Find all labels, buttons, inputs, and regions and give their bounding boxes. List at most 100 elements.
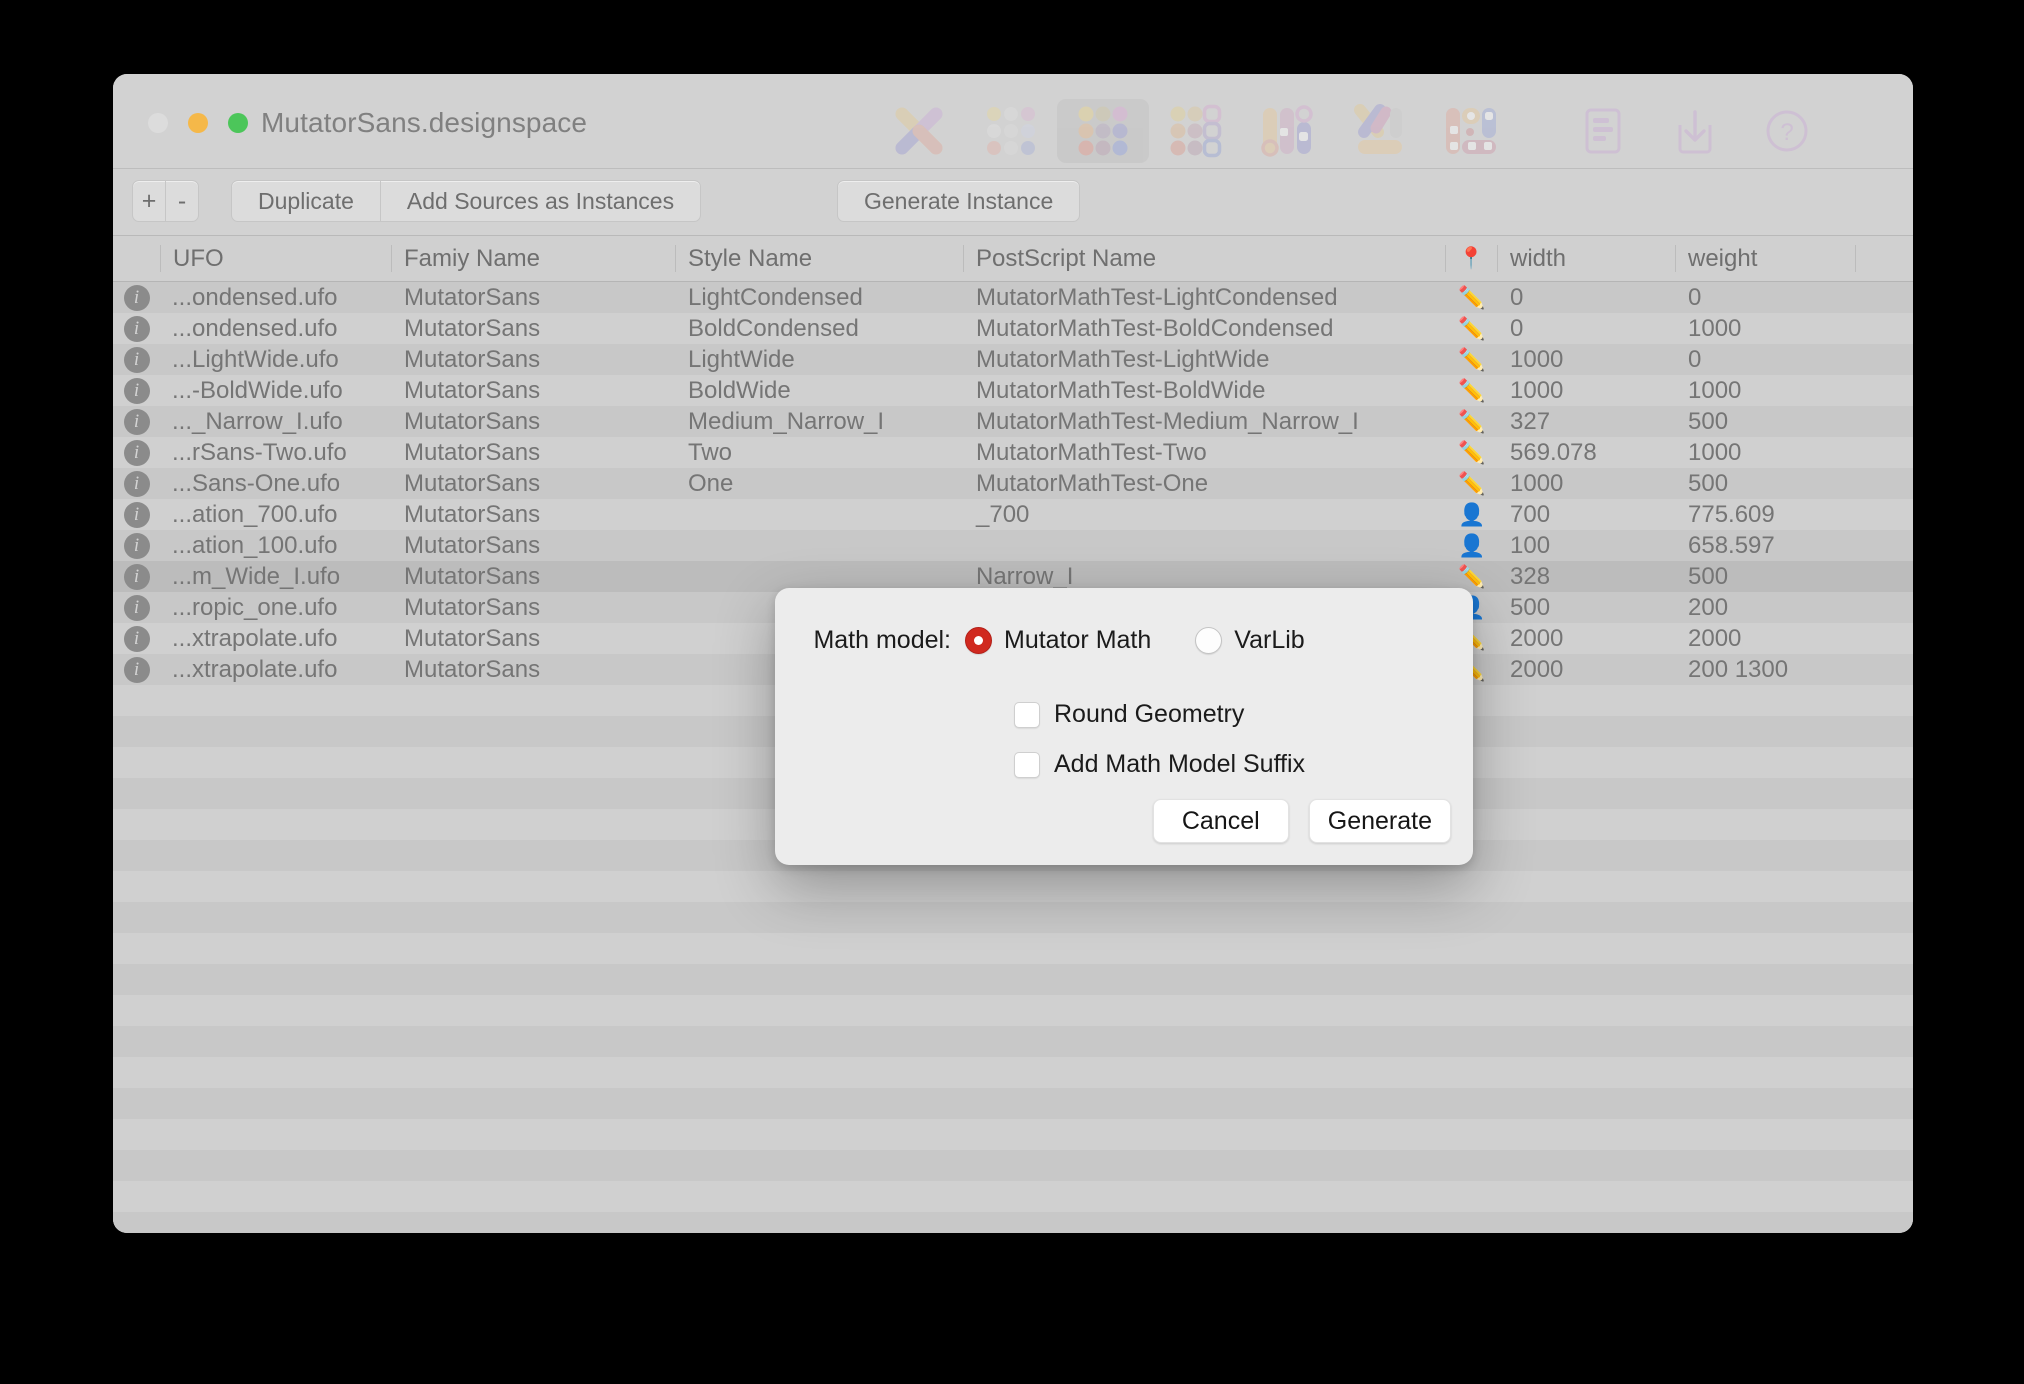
kind-glyph: ✏️ — [1458, 346, 1486, 372]
checkbox-add-math-model-suffix[interactable]: Add Math Model Suffix — [1014, 750, 1305, 779]
cell-ufo: ...-BoldWide.ufo — [172, 377, 343, 404]
radio-mutator-math-indicator[interactable] — [965, 627, 992, 654]
cell-weight: 500 — [1688, 470, 1729, 497]
info-icon: i — [123, 377, 150, 404]
maximize-button[interactable] — [228, 113, 248, 133]
math-model-radio-group: Mutator Math VarLib — [965, 626, 1305, 655]
info-icon: i — [123, 408, 150, 435]
cancel-button[interactable]: Cancel — [1152, 799, 1289, 843]
toolbar-designspace-axes-icon[interactable] — [873, 99, 965, 163]
cell-postscript-name: MutatorMathTest-One — [976, 470, 1209, 497]
cell-weight: 1000 — [1688, 439, 1742, 466]
cell-family-name: MutatorSans — [404, 656, 541, 683]
table-empty-row — [113, 995, 1913, 1026]
row-info-icon[interactable]: i — [113, 377, 160, 404]
table-row[interactable]: i ...ondensed.ufo MutatorSans BoldCondensed… — [113, 313, 1913, 344]
source-pencil-icon: ✏️ — [1446, 317, 1498, 340]
toolbar-notes-document-icon[interactable] — [1557, 99, 1649, 163]
math-model-row: Math model: Mutator Math VarLib — [775, 626, 1473, 655]
cell-style-name: Medium_Narrow_I — [688, 408, 885, 435]
column-header-family-name[interactable]: Famiy Name — [392, 245, 676, 272]
toolbar-variable-fonts-icon[interactable] — [1425, 99, 1517, 163]
row-info-icon[interactable]: i — [113, 594, 160, 621]
table-row[interactable]: i ...LightWide.ufo MutatorSans LightWide Mut… — [113, 344, 1913, 375]
cell-family-name: MutatorSans — [404, 408, 541, 435]
table-row[interactable]: i ...ation_100.ufo MutatorSans 👤 100 658.597 — [113, 530, 1913, 561]
checkbox-round-geometry[interactable]: Round Geometry — [1014, 700, 1244, 729]
cell-postscript-name: MutatorMathTest-LightCondensed — [976, 284, 1338, 311]
round-geometry-checkbox[interactable] — [1014, 701, 1040, 728]
column-header-style-name[interactable]: Style Name — [676, 245, 964, 272]
info-icon: i — [123, 439, 150, 466]
row-info-icon[interactable]: i — [113, 408, 160, 435]
cell-ufo: ...m_Wide_I.ufo — [172, 563, 341, 590]
cell-style-name: One — [688, 470, 734, 497]
info-icon: i — [123, 656, 150, 683]
toolbar-sources-grid-sparse-icon[interactable] — [965, 99, 1057, 163]
dialog-buttons: Cancel Generate — [1152, 799, 1451, 843]
table-row[interactable]: i ...Sans-One.ufo MutatorSans One MutatorMat… — [113, 468, 1913, 499]
toolbar-instances-grid-icon[interactable] — [1149, 99, 1241, 163]
column-header-width[interactable]: width — [1498, 245, 1676, 272]
row-info-icon[interactable]: i — [113, 470, 160, 497]
generate-instance-button[interactable]: Generate Instance — [838, 181, 1079, 221]
radio-option-mutator-math[interactable]: Mutator Math — [965, 626, 1151, 655]
close-button[interactable] — [148, 113, 168, 133]
toolbar-sources-grid-icon[interactable] — [1057, 99, 1149, 163]
toolbar-rules-icon[interactable] — [1333, 99, 1425, 163]
row-info-icon[interactable]: i — [113, 563, 160, 590]
table-row[interactable]: i ...-BoldWide.ufo MutatorSans BoldWide Muta… — [113, 375, 1913, 406]
table-row[interactable]: i ...ation_700.ufo MutatorSans _700 👤 700 775.… — [113, 499, 1913, 530]
cell-family-name: MutatorSans — [404, 284, 541, 311]
add-math-model-suffix-checkbox[interactable] — [1014, 751, 1040, 778]
table-empty-row — [113, 933, 1913, 964]
row-info-icon[interactable]: i — [113, 656, 160, 683]
cell-family-name: MutatorSans — [404, 594, 541, 621]
kind-glyph: 👤 — [1458, 532, 1486, 558]
table-empty-row — [113, 1119, 1913, 1150]
kind-glyph: ✏️ — [1458, 470, 1486, 496]
toolbar-help-icon[interactable]: ? — [1741, 99, 1833, 163]
kind-glyph: ✏️ — [1458, 284, 1486, 310]
duplicate-button[interactable]: Duplicate — [232, 181, 381, 221]
cell-ufo: ...ropic_one.ufo — [172, 594, 338, 621]
cell-weight: 200 1300 — [1688, 656, 1789, 683]
instance-person-icon: 👤 — [1446, 532, 1498, 558]
row-info-icon[interactable]: i — [113, 501, 160, 528]
add-button[interactable]: + — [133, 181, 166, 221]
add-sources-as-instances-button[interactable]: Add Sources as Instances — [381, 181, 700, 221]
cell-ufo: ...xtrapolate.ufo — [172, 625, 338, 652]
minimize-button[interactable] — [188, 113, 208, 133]
cell-width: 700 — [1510, 501, 1551, 528]
cell-weight: 200 — [1688, 594, 1729, 621]
row-info-icon[interactable]: i — [113, 346, 160, 373]
remove-button[interactable]: - — [166, 181, 198, 221]
row-info-icon[interactable]: i — [113, 532, 160, 559]
toolbar-axes-bars-icon[interactable] — [1241, 99, 1333, 163]
row-info-icon[interactable]: i — [113, 315, 160, 342]
column-header-postscript-name[interactable]: PostScript Name — [964, 245, 1446, 272]
table-row[interactable]: i ...ondensed.ufo MutatorSans LightCondense… — [113, 282, 1913, 313]
column-header-pin-icon[interactable]: 📍 — [1446, 245, 1498, 272]
cell-weight: 1000 — [1688, 377, 1742, 404]
generate-button[interactable]: Generate — [1308, 799, 1451, 843]
info-icon: i — [123, 532, 150, 559]
table-row[interactable]: i ...rSans-Two.ufo MutatorSans Two MutatorMa… — [113, 437, 1913, 468]
row-info-icon[interactable]: i — [113, 284, 160, 311]
row-info-icon[interactable]: i — [113, 625, 160, 652]
row-info-icon[interactable]: i — [113, 439, 160, 466]
radio-option-varlib[interactable]: VarLib — [1195, 626, 1305, 655]
app-window: MutatorSans.designspace ? + - Duplicate … — [113, 74, 1913, 1233]
table-empty-row — [113, 1026, 1913, 1057]
cell-family-name: MutatorSans — [404, 346, 541, 373]
svg-text:?: ? — [1780, 119, 1793, 146]
info-icon: i — [123, 346, 150, 373]
column-header-weight[interactable]: weight — [1676, 245, 1856, 272]
toolbar-download-icon[interactable] — [1649, 99, 1741, 163]
column-header-ufo[interactable]: UFO — [160, 245, 392, 272]
cell-width: 1000 — [1510, 346, 1564, 373]
radio-varlib-indicator[interactable] — [1195, 627, 1223, 654]
table-row[interactable]: i ..._Narrow_I.ufo MutatorSans Medium_Narro… — [113, 406, 1913, 437]
cell-width: 1000 — [1510, 470, 1564, 497]
cell-family-name: MutatorSans — [404, 625, 541, 652]
